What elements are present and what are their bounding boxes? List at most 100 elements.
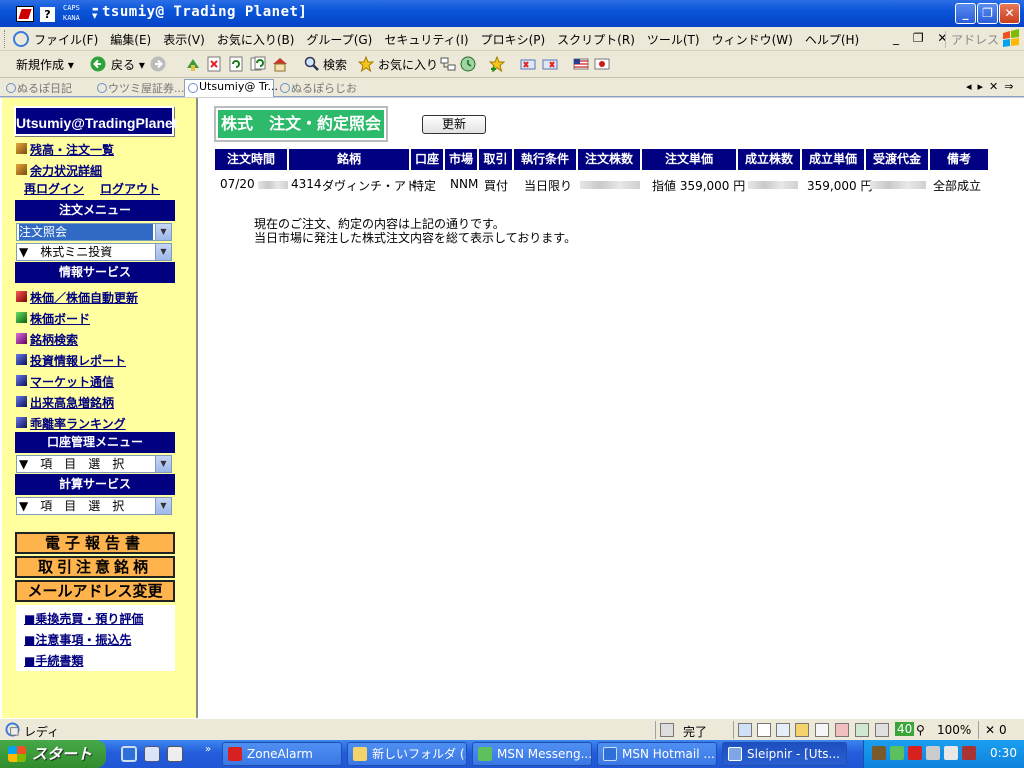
task-zonealarm[interactable]: ZoneAlarm bbox=[222, 742, 342, 766]
refresh-icon[interactable] bbox=[228, 56, 244, 72]
close-left-tabs-icon[interactable] bbox=[520, 56, 536, 72]
tab-utsumiy-trading[interactable]: Utsumiy@ Tr... bbox=[184, 79, 278, 97]
favorites-button[interactable]: お気に入り bbox=[378, 56, 438, 73]
clock[interactable]: 0:30 bbox=[990, 746, 1017, 760]
cookie-icon[interactable] bbox=[815, 723, 829, 737]
menu-window[interactable]: ウィンドウ(W) bbox=[712, 31, 793, 48]
link-stock-board[interactable]: 株価ボード bbox=[16, 310, 90, 327]
volume-tray-icon[interactable] bbox=[944, 746, 958, 760]
app-icon[interactable] bbox=[16, 6, 34, 22]
refresh-all-icon[interactable] bbox=[250, 56, 266, 72]
chevron-down-icon[interactable]: ▼ bbox=[155, 456, 171, 472]
tab-utsumiya-securities[interactable]: ウツミ屋証券... bbox=[94, 80, 185, 96]
lock-icon[interactable] bbox=[795, 723, 809, 737]
script-icon[interactable] bbox=[738, 723, 752, 737]
link-balance-order-list[interactable]: 残高・注文一覧 bbox=[16, 141, 114, 158]
menu-tools[interactable]: ツール(T) bbox=[647, 31, 700, 48]
menu-group[interactable]: グループ(G) bbox=[306, 31, 372, 48]
menu-security[interactable]: セキュリティ(I) bbox=[384, 31, 468, 48]
back-arrow-icon[interactable] bbox=[90, 56, 106, 72]
window-icon[interactable] bbox=[776, 723, 790, 737]
messenger-tray-icon[interactable] bbox=[890, 746, 904, 760]
link-market-news[interactable]: マーケット通信 bbox=[16, 373, 114, 390]
desktop-launch-icon[interactable] bbox=[144, 746, 160, 762]
tab-nurupo-radio[interactable]: ぬるぽらじお bbox=[277, 80, 357, 96]
history-icon[interactable] bbox=[460, 56, 476, 72]
stop-icon[interactable] bbox=[206, 56, 222, 72]
menu-edit[interactable]: 編集(E) bbox=[110, 31, 151, 48]
popup-blocker-icon[interactable] bbox=[835, 723, 849, 737]
task-msn-hotmail[interactable]: MSN Hotmail ... bbox=[597, 742, 717, 766]
image-icon[interactable] bbox=[855, 723, 869, 737]
favorites-star-icon[interactable] bbox=[358, 56, 374, 72]
electronic-report-button[interactable]: 電子報告書 bbox=[15, 532, 175, 554]
start-button[interactable]: スタート bbox=[0, 740, 106, 768]
link-buying-power[interactable]: 余力状況詳細 bbox=[16, 162, 102, 179]
forward-arrow-icon[interactable] bbox=[150, 56, 166, 72]
relogin-link[interactable]: 再ログイン bbox=[24, 180, 84, 197]
zonealarm-tray-icon[interactable] bbox=[908, 746, 922, 760]
link-notices-transfer[interactable]: ■注意事項・振込先 bbox=[24, 631, 131, 648]
account-menu-select[interactable]: ▼ 項 目 選 択 ▼ bbox=[16, 455, 172, 473]
ime-arrow-icon[interactable]: ▬ ▼ bbox=[92, 6, 99, 20]
chevron-down-icon[interactable]: ▼ bbox=[155, 224, 171, 240]
more-icons-chevron-icon[interactable]: » bbox=[205, 744, 211, 755]
brand-logo[interactable]: Utsumiy@TradingPlanet bbox=[14, 106, 177, 136]
address-label[interactable]: アドレス bbox=[945, 31, 999, 48]
proxy-icon[interactable] bbox=[875, 723, 889, 737]
tab-nav-arrows[interactable]: ◂▸✕⇒ bbox=[966, 80, 1019, 93]
logout-link[interactable]: ログアウト bbox=[100, 180, 160, 197]
back-button[interactable]: 戻る ▾ bbox=[111, 56, 145, 73]
up-folder-icon[interactable] bbox=[185, 56, 201, 72]
task-msn-messenger[interactable]: MSN Messeng... bbox=[472, 742, 592, 766]
zoom-level[interactable]: 100% bbox=[937, 723, 971, 737]
document-icon[interactable] bbox=[757, 723, 771, 737]
group-icon[interactable] bbox=[440, 56, 456, 72]
new-button[interactable]: 新規作成 ▾ bbox=[16, 56, 74, 73]
link-investment-report[interactable]: 投資情報レポート bbox=[16, 352, 126, 369]
minimize-button[interactable]: _ bbox=[955, 3, 976, 24]
app-launch-icon[interactable] bbox=[167, 746, 183, 762]
link-switch-trade[interactable]: ■乗換売買・預り評価 bbox=[24, 610, 143, 627]
link-divergence-ranking[interactable]: 乖離率ランキング bbox=[16, 415, 126, 432]
close-right-tabs-icon[interactable] bbox=[542, 56, 558, 72]
network-tray-icon[interactable] bbox=[872, 746, 886, 760]
flag-us-icon[interactable] bbox=[573, 56, 589, 72]
toolbar-grip[interactable] bbox=[4, 30, 7, 48]
calc-service-select[interactable]: ▼ 項 目 選 択 ▼ bbox=[16, 497, 172, 515]
tab-nurupo-diary[interactable]: ぬるぽ日記 bbox=[3, 80, 72, 96]
caution-stocks-button[interactable]: 取引注意銘柄 bbox=[15, 556, 175, 578]
task-sleipnir[interactable]: Sleipnir - [Uts... bbox=[722, 742, 847, 766]
add-favorite-icon[interactable] bbox=[489, 56, 505, 72]
link-stock-price[interactable]: 株価／株価自動更新 bbox=[16, 289, 138, 306]
link-stock-search[interactable]: 銘柄検索 bbox=[16, 331, 78, 348]
flag-jp-icon[interactable] bbox=[594, 56, 610, 72]
search-icon[interactable] bbox=[304, 56, 320, 72]
menu-script[interactable]: スクリプト(R) bbox=[557, 31, 635, 48]
menu-view[interactable]: 表示(V) bbox=[163, 31, 205, 48]
mini-investment-select[interactable]: ▼ 株式ミニ投資 ▼ bbox=[16, 243, 172, 261]
menu-favorites[interactable]: お気に入り(B) bbox=[217, 31, 295, 48]
help-icon[interactable]: ? bbox=[40, 7, 55, 22]
zoom-icon[interactable]: ⚲ bbox=[916, 723, 925, 737]
closed-tabs-icon[interactable]: ✕ bbox=[985, 723, 995, 737]
network-icon[interactable] bbox=[660, 723, 674, 737]
task-new-folder[interactable]: 新しいフォルダ (... bbox=[347, 742, 467, 766]
ie-launch-icon[interactable] bbox=[121, 746, 137, 762]
chevron-down-icon[interactable]: ▼ bbox=[155, 498, 171, 514]
link-procedure-documents[interactable]: ■手続書類 bbox=[24, 652, 83, 669]
refresh-button[interactable]: 更新 bbox=[422, 115, 486, 134]
ime-tray-icon[interactable] bbox=[926, 746, 940, 760]
restore-button[interactable]: ❐ bbox=[977, 3, 998, 24]
search-button[interactable]: 検索 bbox=[323, 56, 347, 73]
link-volume-surge[interactable]: 出来高急増銘柄 bbox=[16, 394, 114, 411]
email-change-button[interactable]: メールアドレス変更 bbox=[15, 580, 175, 602]
home-icon[interactable] bbox=[272, 56, 288, 72]
app-tray-icon[interactable] bbox=[962, 746, 976, 760]
menu-file[interactable]: ファイル(F) bbox=[34, 31, 98, 48]
menu-proxy[interactable]: プロキシ(P) bbox=[481, 31, 546, 48]
mdi-window-controls[interactable]: _ ❐ ✕ bbox=[893, 31, 952, 45]
chevron-down-icon[interactable]: ▼ bbox=[155, 244, 171, 260]
order-menu-select[interactable]: 注文照会 ▼ bbox=[16, 223, 172, 241]
close-button[interactable]: ✕ bbox=[999, 3, 1020, 24]
